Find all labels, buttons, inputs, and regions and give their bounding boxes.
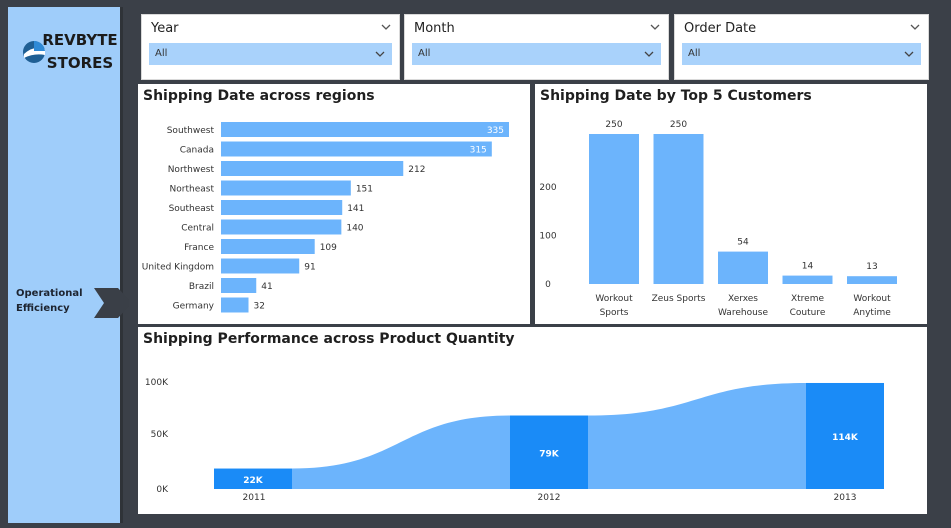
customer-label-line: Workout [595, 294, 633, 304]
y-tick-label: 0 [545, 280, 551, 290]
y-tick-label: 200 [539, 183, 556, 193]
customer-value-label: 54 [737, 238, 749, 248]
region-bar [221, 141, 492, 157]
brand-line2: STORES [46, 54, 114, 72]
month-dropdown-value: All [418, 48, 431, 59]
performance-chart-card: Shipping Performance across Product Quan… [138, 327, 927, 514]
customer-label: Workout Sports [595, 294, 633, 318]
year-axis-label: 2013 [834, 493, 857, 503]
chevron-down-icon [904, 51, 914, 57]
chevron-down-icon[interactable] [381, 23, 391, 31]
year-axis-label: 2011 [243, 493, 266, 503]
region-bar [221, 219, 342, 235]
month-dropdown[interactable]: All [412, 43, 661, 65]
customer-label: Xerxes Warehouse [718, 294, 768, 318]
customers-chart: 0 100 200 250 Workout Sports 250 Zeus Sports 54 X… [539, 120, 897, 318]
region-bar [221, 180, 351, 196]
region-label: Northwest [168, 165, 215, 175]
region-label: Germany [173, 302, 215, 312]
customer-bar [782, 275, 833, 284]
year-value-label: 114K [832, 433, 859, 443]
month-slicer: Month All [404, 14, 669, 80]
chevron-down-icon [644, 51, 654, 57]
region-bar [221, 200, 343, 215]
year-value-label: 22K [243, 476, 264, 486]
region-label: Southeast [169, 204, 215, 214]
chevron-down-icon[interactable] [910, 23, 920, 31]
customer-bar [847, 276, 897, 284]
customer-label-line: Workout [853, 294, 891, 304]
year-dropdown-value: All [155, 48, 168, 59]
order-date-slicer: Order Date All [674, 14, 929, 80]
region-bar [221, 258, 300, 274]
month-slicer-title: Month [414, 21, 455, 36]
customer-label-line: Couture [790, 308, 826, 318]
region-value-label: 109 [320, 243, 337, 253]
region-bar [221, 239, 315, 254]
y-tick-label: 100K [145, 378, 169, 388]
region-value-label: 91 [304, 263, 315, 273]
region-label: United Kingdom [142, 263, 214, 273]
order-date-dropdown-value: All [688, 48, 701, 59]
customer-label: Xtreme Couture [790, 294, 826, 318]
region-label: Northeast [170, 185, 215, 195]
region-value-label: 140 [346, 224, 363, 234]
region-value-label: 41 [261, 282, 272, 292]
region-bar [221, 161, 404, 176]
region-label: France [184, 243, 214, 253]
region-bar [221, 278, 257, 293]
customer-label: Workout Anytime [853, 294, 891, 318]
customer-label-line: Anytime [853, 308, 891, 318]
region-label: Canada [180, 146, 214, 156]
order-date-slicer-title: Order Date [684, 21, 757, 36]
sidebar: REVBYTE STORES Operational Efficiency [8, 7, 132, 523]
y-tick-label: 100 [539, 232, 556, 242]
nav-label-line1: Operational [16, 288, 83, 299]
customer-value-label: 250 [605, 120, 622, 130]
customers-chart-card: Shipping Date by Top 5 Customers 0 100 200… [535, 84, 927, 324]
year-dropdown[interactable]: All [149, 43, 392, 65]
year-slicer: Year All [141, 14, 400, 80]
region-value-label: 335 [487, 126, 504, 136]
year-slicer-title: Year [151, 21, 179, 36]
region-bar [221, 297, 249, 313]
chevron-down-icon [375, 51, 385, 57]
customer-label-line: Xerxes [728, 294, 758, 304]
year-axis-label: 2012 [538, 493, 561, 503]
nav-operational-efficiency[interactable]: Operational Efficiency [16, 286, 92, 316]
region-value-label: 151 [356, 185, 373, 195]
y-tick-label: 50K [151, 430, 169, 440]
customer-value-label: 250 [670, 120, 687, 130]
y-tick-label: 0K [156, 485, 169, 495]
year-value-label: 79K [539, 449, 560, 459]
region-label: Brazil [189, 282, 214, 292]
nav-arrow-icon [94, 288, 132, 318]
region-value-label: 141 [347, 204, 364, 214]
brand-line1: REVBYTE [42, 31, 118, 49]
region-value-label: 32 [254, 302, 265, 312]
chevron-down-icon[interactable] [650, 23, 660, 31]
brand-name: REVBYTE STORES [38, 29, 122, 75]
regions-chart-card: Shipping Date across regions Southwest 33… [138, 84, 530, 324]
nav-label-line2: Efficiency [16, 303, 70, 314]
region-value-label: 212 [408, 165, 425, 175]
region-label: Southwest [167, 126, 215, 136]
region-bar [221, 122, 509, 137]
customer-label-line: Zeus Sports [652, 294, 706, 304]
region-label: Central [181, 224, 214, 234]
customer-bar [718, 251, 768, 284]
customer-label-line: Sports [600, 308, 629, 318]
customer-label-line: Warehouse [718, 308, 768, 318]
regions-chart: Southwest 335 Canada 315 Northwest 212 Northea… [142, 122, 509, 313]
order-date-dropdown[interactable]: All [682, 43, 921, 65]
customer-value-label: 14 [802, 262, 814, 272]
customer-label-line: Xtreme [791, 294, 825, 304]
performance-chart: 0K 50K 100K 22K 2011 79K 2012 114K 2013 [145, 378, 884, 503]
customer-bar [653, 134, 704, 284]
region-value-label: 315 [470, 146, 487, 156]
customer-value-label: 13 [866, 262, 877, 272]
customer-bar [589, 134, 639, 284]
customer-label: Zeus Sports [652, 294, 706, 304]
